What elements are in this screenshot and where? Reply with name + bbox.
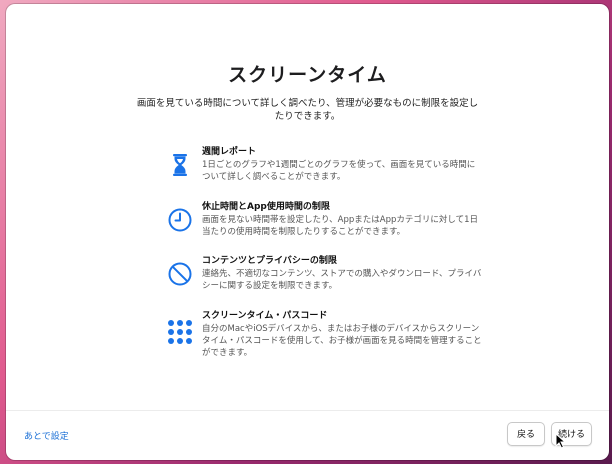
feature-description: 連絡先、不適切なコンテンツ、ストアでの購入やダウンロード、プライバシーに関する設…: [202, 269, 482, 291]
page-subtitle: 画面を見ている時間について詳しく調べたり、管理が必要なものに制限を設定したりでき…: [136, 98, 479, 122]
prohibited-icon: [168, 262, 192, 286]
back-button[interactable]: 戻る: [507, 422, 545, 446]
feature-title: コンテンツとプライバシーの制限: [202, 256, 337, 266]
keypad-icon: [168, 320, 192, 344]
mouse-pointer-icon: [555, 433, 567, 449]
feature-description: 自分のMacやiOSデバイスから、またはお子様のデバイスからスクリーンタイム・パ…: [202, 324, 482, 358]
feature-title: 休止時間とApp使用時間の制限: [202, 202, 330, 212]
setup-window: スクリーンタイム 画面を見ている時間について詳しく調べたり、管理が必要なものに制…: [6, 4, 609, 460]
feature-title: スクリーンタイム・パスコード: [202, 311, 328, 321]
footer-divider: [6, 410, 609, 411]
feature-title: 週間レポート: [202, 147, 257, 157]
feature-description: 画面を見ない時間帯を設定したり、AppまたはAppカテゴリに対して1日当たりの使…: [202, 215, 479, 237]
setup-later-link[interactable]: あとで設定: [24, 429, 69, 442]
feature-description: 1日ごとのグラフや1週間ごとのグラフを使って、画面を見ている時間について詳しく調…: [202, 160, 476, 182]
clock-icon: [168, 208, 192, 232]
page-title: スクリーンタイム: [228, 64, 387, 86]
hourglass-icon: [173, 154, 187, 176]
